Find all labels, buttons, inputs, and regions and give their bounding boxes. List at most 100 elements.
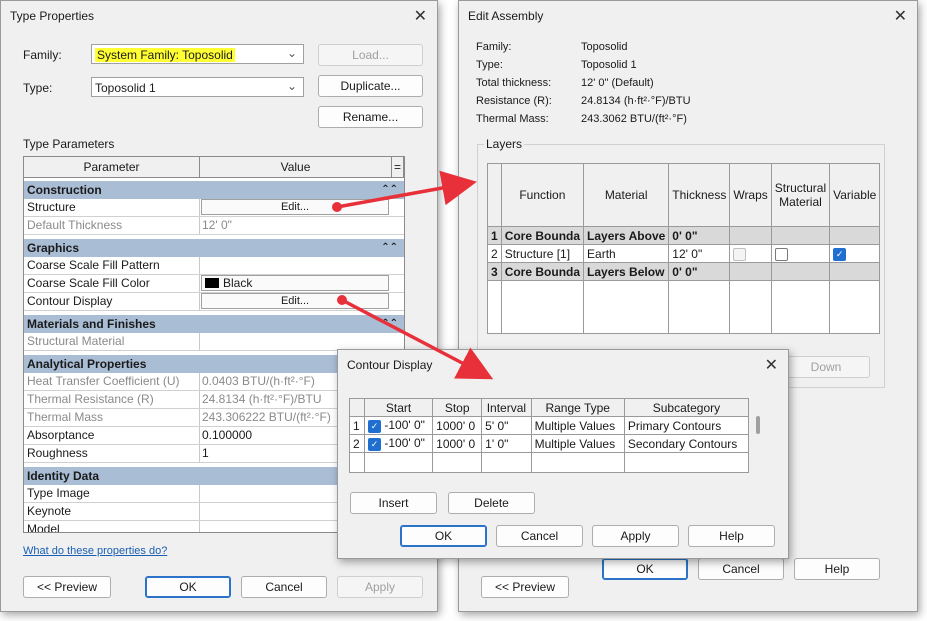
family-combo[interactable]: System Family: Toposolid ⌄ (91, 44, 304, 64)
param-value[interactable]: 1 (202, 445, 209, 462)
param-value: 12' 0" (202, 218, 232, 232)
load-button[interactable]: Load... (318, 44, 423, 66)
col-wraps[interactable]: Wraps (729, 163, 772, 227)
column-divider (199, 293, 200, 310)
empty-row (487, 280, 881, 334)
col-variable[interactable]: Variable (829, 163, 881, 227)
param-name: Heat Transfer Coefficient (U) (27, 374, 180, 388)
group-label: Materials and Finishes (27, 317, 156, 331)
color-swatch (205, 278, 219, 288)
col-value[interactable]: Value (200, 157, 392, 178)
column-divider (199, 199, 200, 216)
collapse-icon[interactable]: ⌃⌃ (381, 181, 398, 199)
layer-thickness: 0' 0" (668, 262, 731, 281)
checkbox[interactable]: ✓ (368, 419, 381, 433)
param-name: Contour Display (27, 294, 113, 308)
col-structural-material[interactable]: Structural Material (770, 163, 831, 227)
color-picker-button[interactable]: Black (201, 275, 389, 291)
duplicate-button[interactable]: Duplicate... (318, 75, 423, 97)
layer-row[interactable]: 3 Core Bounda Layers Below 0' 0" (487, 262, 881, 281)
contour-row[interactable]: 2 ✓ -100' 0" 1000' 0 1' 0" Multiple Valu… (349, 434, 750, 453)
close-icon[interactable]: ✕ (765, 355, 778, 375)
col-subcategory[interactable]: Subcategory (623, 398, 750, 417)
layer-material[interactable]: Earth (583, 244, 670, 263)
col-function[interactable]: Function (500, 163, 585, 227)
structural-material-checkbox[interactable] (774, 247, 788, 261)
col-thickness[interactable]: Thickness (668, 163, 731, 227)
close-icon[interactable]: ✕ (414, 6, 427, 26)
variable-checkbox[interactable]: ✓ (833, 247, 847, 261)
help-button[interactable]: Help (794, 558, 880, 580)
column-divider (199, 391, 200, 408)
stop-value[interactable]: 1000' 0 (432, 434, 483, 453)
group-label: Analytical Properties (27, 357, 147, 371)
help-link[interactable]: What do these properties do? (23, 545, 167, 557)
col-stop[interactable]: Stop (432, 398, 483, 417)
column-divider (199, 217, 200, 234)
color-name: Black (223, 276, 253, 290)
group-graphics[interactable]: Graphics ⌃⌃ (24, 239, 404, 257)
col-start[interactable]: Start (363, 398, 434, 417)
row-default-thickness: Default Thickness 12' 0" (24, 217, 404, 235)
stop-value[interactable]: 1000' 0 (432, 416, 483, 435)
subcategory-value[interactable]: Primary Contours (623, 416, 750, 435)
dialog-title: Contour Display (347, 358, 433, 372)
contour-edit-button[interactable]: Edit... (201, 293, 389, 309)
structure-edit-button[interactable]: Edit... (201, 199, 389, 215)
checkbox[interactable]: ✓ (368, 437, 381, 451)
resistance-value: 24.8134 (h·ft²·°F)/BTU (581, 95, 691, 107)
apply-button[interactable]: Apply (337, 576, 423, 598)
group-materials[interactable]: Materials and Finishes ⌃⌃ (24, 315, 404, 333)
type-properties-titlebar: Type Properties ✕ (1, 1, 437, 31)
layer-row[interactable]: 2 Structure [1] Earth 12' 0" ✓ (487, 244, 881, 263)
preview-button[interactable]: << Preview (481, 576, 569, 598)
range-type-value[interactable]: Multiple Values (530, 434, 625, 453)
dialog-title: Type Properties (10, 9, 95, 23)
start-cell[interactable]: ✓ -100' 0" (363, 416, 434, 435)
layer-thickness[interactable]: 12' 0" (668, 244, 731, 263)
down-button[interactable]: Down (782, 356, 870, 378)
start-cell[interactable]: ✓ -100' 0" (363, 434, 434, 453)
help-button[interactable]: Help (688, 525, 775, 547)
cancel-button[interactable]: Cancel (241, 576, 327, 598)
apply-button[interactable]: Apply (592, 525, 679, 547)
thickness-label: Total thickness: (476, 77, 552, 89)
col-material[interactable]: Material (583, 163, 670, 227)
range-type-value[interactable]: Multiple Values (530, 416, 625, 435)
ok-button[interactable]: OK (602, 558, 688, 580)
scrollbar[interactable] (756, 416, 760, 434)
insert-button[interactable]: Insert (350, 492, 437, 514)
param-name: Coarse Scale Fill Color (27, 276, 150, 290)
param-name: Coarse Scale Fill Pattern (27, 258, 160, 272)
ok-button[interactable]: OK (400, 525, 487, 547)
group-construction[interactable]: Construction ⌃⌃ (24, 181, 404, 199)
rename-button[interactable]: Rename... (318, 106, 423, 128)
col-range-type[interactable]: Range Type (530, 398, 625, 417)
cancel-button[interactable]: Cancel (698, 558, 784, 580)
cancel-button[interactable]: Cancel (496, 525, 583, 547)
collapse-icon[interactable]: ⌃⌃ (381, 315, 398, 333)
layer-row[interactable]: 1 Core Bounda Layers Above 0' 0" (487, 226, 881, 245)
ok-button[interactable]: OK (145, 576, 231, 598)
layer-function[interactable]: Structure [1] (500, 244, 585, 263)
interval-value[interactable]: 1' 0" (481, 434, 532, 453)
delete-button[interactable]: Delete (448, 492, 535, 514)
param-name: Structural Material (27, 334, 125, 348)
resistance-label: Resistance (R): (476, 95, 552, 107)
close-icon[interactable]: ✕ (894, 6, 907, 26)
subcategory-value[interactable]: Secondary Contours (623, 434, 750, 453)
contour-row[interactable]: 1 ✓ -100' 0" 1000' 0 5' 0" Multiple Valu… (349, 416, 750, 435)
preview-button[interactable]: << Preview (23, 576, 111, 598)
layer-wraps (729, 244, 772, 263)
column-divider (199, 485, 200, 502)
layers-header-row: Function Material Thickness Wraps Struct… (487, 163, 881, 227)
column-divider (199, 257, 200, 274)
param-value[interactable]: 0.100000 (202, 427, 252, 444)
interval-value[interactable]: 5' 0" (481, 416, 532, 435)
col-interval[interactable]: Interval (481, 398, 532, 417)
collapse-icon[interactable]: ⌃⌃ (381, 239, 398, 257)
type-combo[interactable]: Toposolid 1 ⌄ (91, 77, 304, 97)
param-value: 243.306222 BTU/(ft²·°F) (202, 410, 331, 424)
col-parameter[interactable]: Parameter (24, 157, 200, 178)
contour-header-row: Start Stop Interval Range Type Subcatego… (349, 398, 750, 417)
